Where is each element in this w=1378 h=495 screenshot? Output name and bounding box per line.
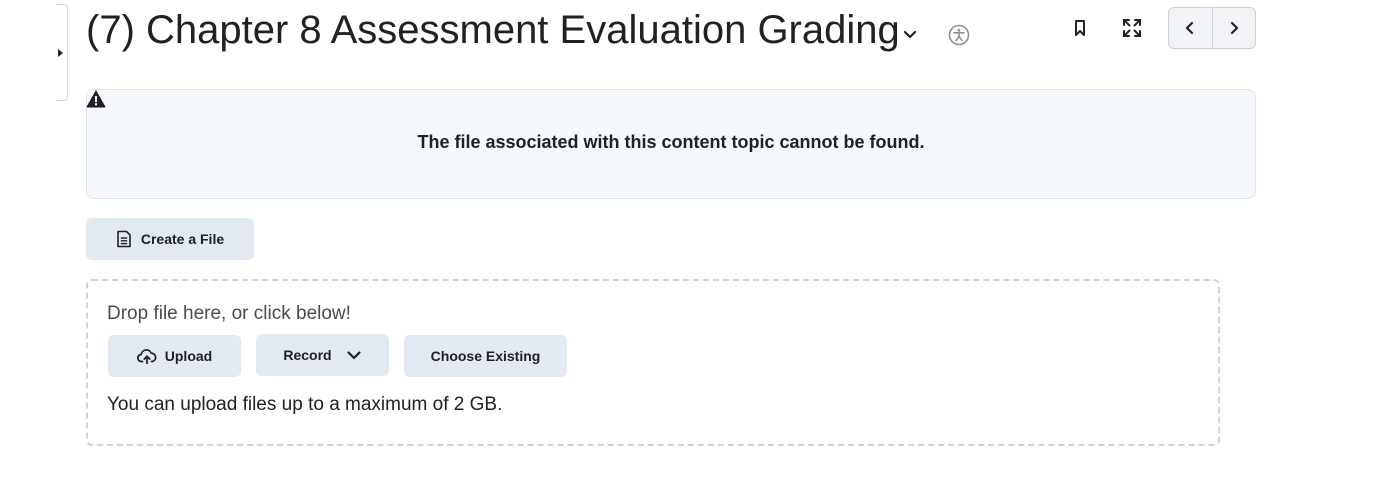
drop-prompt: Drop file here, or click below!: [107, 303, 351, 324]
warning-icon: [86, 90, 106, 108]
upload-button[interactable]: Upload: [108, 335, 241, 377]
file-not-found-alert: The file associated with this content to…: [86, 89, 1256, 199]
choose-existing-label: Choose Existing: [430, 348, 541, 364]
record-label: Record: [283, 347, 332, 363]
bookmark-button[interactable]: [1066, 14, 1094, 42]
topic-navigation: [1168, 7, 1256, 49]
chevron-down-icon[interactable]: [901, 26, 919, 44]
chevron-left-icon: [1186, 21, 1194, 35]
cloud-upload-icon: [136, 349, 157, 364]
create-file-button[interactable]: Create a File: [86, 218, 254, 260]
accessibility-icon: [948, 24, 970, 46]
chevron-right-icon: [1230, 21, 1238, 35]
previous-topic-button[interactable]: [1169, 8, 1212, 48]
side-panel-toggle[interactable]: [56, 4, 68, 101]
create-file-label: Create a File: [140, 231, 225, 247]
fullscreen-button[interactable]: [1118, 14, 1146, 42]
alert-message: The file associated with this content to…: [417, 132, 925, 152]
chevron-down-icon: [347, 351, 361, 360]
next-topic-button[interactable]: [1211, 8, 1256, 48]
caret-right-icon: [58, 49, 63, 57]
record-button[interactable]: Record: [256, 334, 389, 376]
choose-existing-button[interactable]: Choose Existing: [404, 335, 567, 377]
document-icon: [117, 230, 131, 248]
fullscreen-icon: [1123, 19, 1141, 37]
bookmark-icon: [1075, 20, 1085, 36]
page-title: (7) Chapter 8 Assessment Evaluation Grad…: [86, 8, 900, 52]
upload-label: Upload: [164, 348, 213, 364]
upload-limit-text: You can upload files up to a maximum of …: [107, 394, 503, 415]
